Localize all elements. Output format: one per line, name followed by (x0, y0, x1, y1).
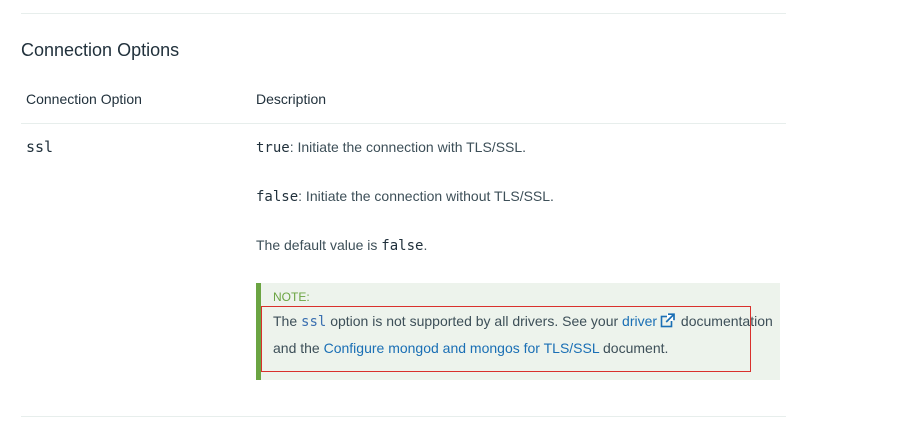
false-code: false (256, 189, 299, 205)
note-body: The ssl option is not supported by all d… (273, 309, 778, 361)
default-suffix: . (423, 237, 428, 253)
note-label: NOTE: (273, 290, 310, 304)
driver-link[interactable]: driver (622, 313, 657, 329)
note-admonition: NOTE: The ssl option is not supported by… (256, 283, 780, 380)
default-value-line: The default value is false. (256, 235, 427, 256)
note-ssl-code: ssl (301, 314, 327, 330)
configure-tls-ssl-link[interactable]: Configure mongod and mongos for TLS/SSL (324, 340, 600, 356)
bottom-divider (21, 416, 786, 417)
table-header-divider (21, 123, 786, 124)
default-value-code: false (381, 238, 424, 254)
false-description: : Initiate the connection without TLS/SS… (298, 188, 554, 204)
true-description: : Initiate the connection with TLS/SSL. (289, 139, 527, 155)
column-header-connection-option: Connection Option (26, 91, 142, 107)
column-header-description: Description (256, 91, 327, 107)
section-title: Connection Options (21, 40, 180, 60)
true-code: true (256, 140, 290, 156)
top-divider (21, 13, 786, 14)
note-text-4: document. (599, 340, 669, 356)
note-text-2: option is not supported by all drivers. … (326, 313, 623, 329)
note-text-1: The (273, 313, 302, 329)
description-false-line: false: Initiate the connection without T… (256, 186, 554, 207)
external-link-icon[interactable] (660, 311, 675, 336)
default-prefix: The default value is (256, 237, 382, 253)
description-true-line: true: Initiate the connection with TLS/S… (256, 137, 526, 158)
option-name-ssl: ssl (26, 138, 54, 156)
